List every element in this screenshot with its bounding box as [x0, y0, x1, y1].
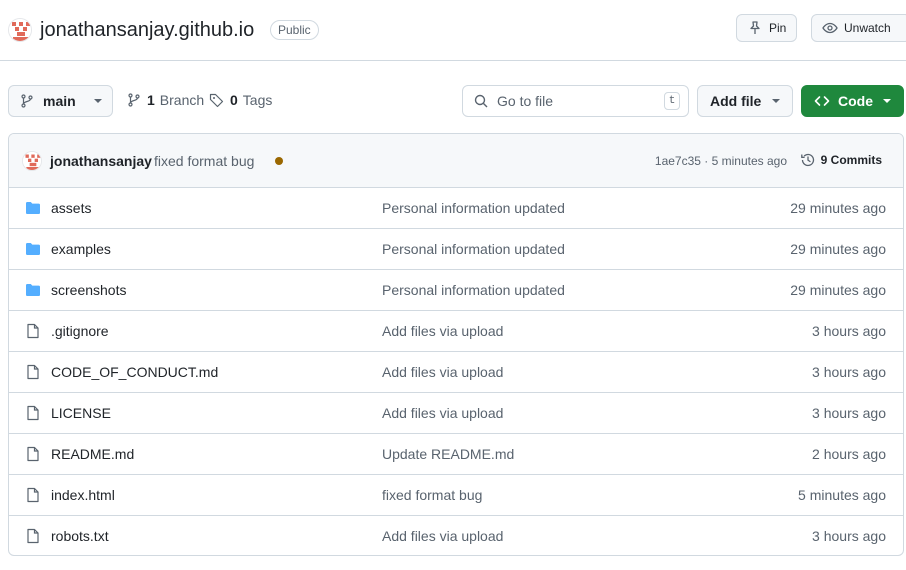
- file-name[interactable]: robots.txt: [51, 528, 109, 544]
- file-icon: [25, 364, 41, 380]
- commits-history-link[interactable]: 9 Commits: [800, 152, 882, 168]
- branch-name: main: [43, 93, 76, 109]
- repo-name[interactable]: jonathansanjay.github.io: [40, 16, 254, 44]
- unwatch-label: Unwatch: [844, 21, 891, 35]
- file-commit-age: 3 hours ago: [812, 528, 886, 544]
- add-file-label: Add file: [710, 93, 762, 109]
- chevron-down-icon: [883, 99, 891, 103]
- file-browser: jonathansanjay fixed format bug 1ae7c35 …: [8, 133, 904, 556]
- pin-icon: [750, 21, 760, 34]
- tags-label: Tags: [242, 92, 273, 108]
- file-commit-age: 3 hours ago: [812, 323, 886, 339]
- file-commit-message[interactable]: Personal information updated: [382, 282, 565, 298]
- search-placeholder: Go to file: [497, 93, 554, 109]
- file-icon: [25, 487, 41, 503]
- keyboard-shortcut-hint: t: [664, 92, 680, 110]
- add-file-button[interactable]: Add file: [697, 85, 793, 117]
- file-name[interactable]: assets: [51, 200, 91, 216]
- chevron-down-icon: [94, 99, 102, 103]
- file-list: assets Personal information updated 29 min…: [9, 188, 903, 555]
- chevron-down-icon: [772, 99, 780, 103]
- file-name[interactable]: screenshots: [51, 282, 126, 298]
- code-label: Code: [838, 93, 873, 109]
- branches-count: 1: [147, 92, 155, 108]
- file-commit-message[interactable]: Update README.md: [382, 446, 514, 462]
- latest-commit-bar: jonathansanjay fixed format bug 1ae7c35 …: [9, 134, 903, 188]
- tags-count: 0: [230, 92, 238, 108]
- commit-status-dot[interactable]: [275, 157, 283, 165]
- folder-icon: [25, 241, 41, 257]
- file-icon: [25, 528, 41, 544]
- file-name[interactable]: index.html: [51, 487, 115, 503]
- file-commit-age: 29 minutes ago: [790, 282, 886, 298]
- file-commit-age: 3 hours ago: [812, 405, 886, 421]
- git-branch-icon: [128, 93, 140, 107]
- file-icon: [25, 446, 41, 462]
- branches-label: Branch: [159, 92, 205, 108]
- file-commit-message[interactable]: Add files via upload: [382, 528, 503, 544]
- repo-header: jonathansanjay.github.io Public Pin Unwa…: [0, 0, 906, 61]
- unwatch-button[interactable]: Unwatch: [811, 14, 906, 42]
- pin-button[interactable]: Pin: [736, 14, 798, 42]
- file-row[interactable]: index.html fixed format bug 5 minutes ago: [9, 474, 903, 515]
- file-row[interactable]: examples Personal information updated 29 m…: [9, 228, 903, 269]
- pin-label: Pin: [769, 21, 787, 35]
- file-commit-age: 5 minutes ago: [798, 487, 886, 503]
- file-commit-message[interactable]: fixed format bug: [382, 487, 482, 503]
- file-row[interactable]: LICENSE Add files via upload 3 hours ago: [9, 392, 903, 433]
- file-row[interactable]: README.md Update README.md 2 hours ago: [9, 433, 903, 474]
- eye-icon: [822, 22, 838, 34]
- code-icon: [814, 96, 830, 106]
- folder-icon: [25, 282, 41, 298]
- file-commit-message[interactable]: Add files via upload: [382, 405, 503, 421]
- file-name[interactable]: README.md: [51, 446, 134, 462]
- folder-icon: [25, 200, 41, 216]
- file-commit-message[interactable]: Add files via upload: [382, 364, 503, 380]
- owner-avatar[interactable]: [8, 18, 32, 42]
- commit-message[interactable]: fixed format bug: [154, 153, 254, 169]
- file-commit-message[interactable]: Personal information updated: [382, 200, 565, 216]
- file-name[interactable]: CODE_OF_CONDUCT.md: [51, 364, 218, 380]
- file-commit-age: 29 minutes ago: [790, 200, 886, 216]
- file-icon: [25, 405, 41, 421]
- visibility-badge: Public: [270, 20, 319, 40]
- file-name[interactable]: examples: [51, 241, 111, 257]
- tags-link[interactable]: 0 Tags: [209, 92, 272, 108]
- file-commit-message[interactable]: Add files via upload: [382, 323, 503, 339]
- go-to-file-input[interactable]: Go to file t: [462, 85, 689, 117]
- file-commit-message[interactable]: Personal information updated: [382, 241, 565, 257]
- git-branch-icon: [21, 94, 33, 108]
- file-commit-age: 3 hours ago: [812, 364, 886, 380]
- file-row[interactable]: assets Personal information updated 29 min…: [9, 188, 903, 228]
- branch-select-button[interactable]: main: [8, 85, 113, 117]
- code-button[interactable]: Code: [801, 85, 904, 117]
- commits-count: 9 Commits: [820, 153, 882, 167]
- search-icon: [474, 94, 488, 108]
- file-row[interactable]: .gitignore Add files via upload 3 hours ag…: [9, 310, 903, 351]
- file-row[interactable]: screenshots Personal information updated 2…: [9, 269, 903, 310]
- file-name[interactable]: LICENSE: [51, 405, 111, 421]
- file-commit-age: 2 hours ago: [812, 446, 886, 462]
- file-icon: [25, 323, 41, 339]
- file-row[interactable]: CODE_OF_CONDUCT.md Add files via upload 3 …: [9, 351, 903, 392]
- tag-icon: [209, 93, 224, 108]
- commit-author[interactable]: jonathansanjay: [50, 153, 152, 169]
- file-commit-age: 29 minutes ago: [790, 241, 886, 257]
- file-name[interactable]: .gitignore: [51, 323, 109, 339]
- commit-meta[interactable]: 1ae7c35 · 5 minutes ago: [655, 154, 787, 168]
- branches-link[interactable]: 1 Branch: [126, 92, 204, 108]
- history-icon: [800, 153, 814, 167]
- commit-author-avatar[interactable]: [22, 151, 42, 171]
- file-row[interactable]: robots.txt Add files via upload 3 hours ag…: [9, 515, 903, 555]
